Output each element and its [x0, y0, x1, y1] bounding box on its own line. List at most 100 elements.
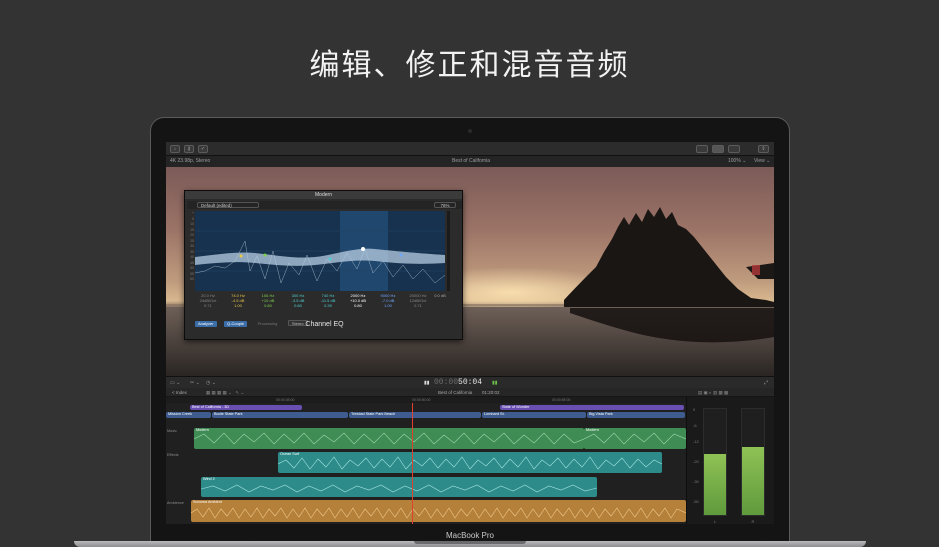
- eq-band-column[interactable]: 2000 Hz +10.0 dB 0.80: [345, 293, 371, 308]
- waveform: [191, 507, 686, 519]
- audio-clip-label: Modern: [586, 428, 599, 432]
- eq-band-column[interactable]: 740 Hz -11.5 dB 0.39: [315, 293, 341, 308]
- eq-output-gain[interactable]: 0.0 dB: [427, 293, 453, 298]
- waveform: [278, 456, 662, 470]
- eq-graph[interactable]: [194, 211, 446, 291]
- eq-db-scale: +0 10 15 20 25 30 35 40 45 50 55 60: [188, 211, 194, 291]
- role-label-effects: Effects: [167, 453, 179, 457]
- audio-clip-ambience[interactable]: Sonoma Ambient: [191, 500, 686, 522]
- tools-icon[interactable]: ✂ ⌄: [190, 380, 200, 386]
- meter-channel-right: [741, 408, 765, 516]
- share-icon[interactable]: ⇪: [758, 145, 769, 153]
- audio-clip-effects[interactable]: Wind 2: [201, 477, 597, 497]
- format-label: 4K 23.98p, Stereo: [170, 158, 211, 164]
- title-clip[interactable]: Best of California - 3D: [190, 405, 302, 410]
- layout-center-icon[interactable]: [712, 145, 724, 153]
- viewer-bar: 4K 23.98p, Stereo Best of California 100…: [166, 156, 774, 167]
- inspector-icon[interactable]: [728, 145, 740, 153]
- transport-bar: ▭ ⌄ ✂ ⌄ ◷ ⌄ ▮▮ 00:0050:04 ▮▮ ⤢: [166, 376, 774, 388]
- role-label-music: Music: [167, 429, 177, 433]
- video-viewer[interactable]: Modern Default (edited) 76% +0 10 15 20 25 30…: [166, 167, 774, 376]
- waveform: [194, 432, 584, 445]
- gear-icon[interactable]: ✓: [198, 145, 208, 153]
- eq-band-column[interactable]: 300 Hz -3.5 dB 0.80: [285, 293, 311, 308]
- fullscreen-icon[interactable]: ⤢: [764, 380, 768, 386]
- meter-scale-tick: -6: [693, 423, 697, 428]
- eq-band-column[interactable]: 74.0 Hz -4.5 dB 1.00: [225, 293, 251, 308]
- waveform: [201, 484, 597, 493]
- eq-percent-field[interactable]: 76%: [434, 202, 456, 208]
- role-label-ambience: Ambience: [167, 501, 184, 505]
- stage: 编辑、修正和混音音频 ↓ ⚷ ✓ ⇪ 4K 23.98p, Stereo Bes…: [0, 0, 939, 547]
- eq-output-meter: [447, 211, 450, 291]
- title-clip[interactable]: State of Wonder: [500, 405, 684, 410]
- meter-scale-tick: -12: [693, 439, 699, 444]
- audio-clip-label: Sonoma Ambient: [193, 500, 222, 504]
- eq-preset-bar: Default (edited) 76%: [187, 201, 462, 209]
- speed-icon[interactable]: ◷ ⌄: [206, 380, 216, 386]
- timeline-project-name: Best of California: [438, 390, 473, 395]
- eq-band-q: 0.71: [414, 303, 422, 308]
- eq-footer: Analyzer Q-Couple Processing Stereo: [195, 312, 311, 327]
- eq-window-title: Modern: [185, 191, 462, 199]
- video-clip[interactable]: Big Vista Park: [587, 412, 685, 418]
- eq-band-column[interactable]: 9000 Hz -7.0 dB 1.00: [375, 293, 401, 308]
- timecode-display[interactable]: 00:0050:04: [434, 378, 482, 387]
- timecode-value: 50:04: [458, 378, 483, 387]
- meter-scale-tick: -20: [693, 459, 699, 464]
- audio-clip-music[interactable]: Modern: [194, 428, 584, 449]
- audio-clip-label: Modern: [196, 428, 209, 432]
- meter-label-right: R: [751, 519, 755, 524]
- meter-scale-tick: -50: [693, 499, 699, 504]
- eq-band-q: 0.80: [294, 303, 302, 308]
- device-label: MacBook Pro: [445, 531, 495, 540]
- channel-eq-window[interactable]: Modern Default (edited) 76% +0 10 15 20 25 30…: [184, 190, 463, 340]
- eq-band-q: 0.71: [204, 303, 212, 308]
- app-screen: ↓ ⚷ ✓ ⇪ 4K 23.98p, Stereo Best of Califo…: [166, 142, 774, 524]
- zoom-dropdown[interactable]: 100% ⌄: [728, 156, 746, 167]
- layout-left-icon[interactable]: [696, 145, 708, 153]
- eq-band-readout: 20.0 Hz 24dB/Oct 0.71 74.0 Hz -4.5 dB 1.00 106…: [195, 292, 446, 312]
- eq-preset-dropdown[interactable]: Default (edited): [197, 202, 259, 208]
- video-clip[interactable]: Mission Creek: [166, 412, 211, 418]
- laptop-frame: ↓ ⚷ ✓ ⇪ 4K 23.98p, Stereo Best of Califo…: [150, 117, 790, 547]
- meter-scale-tick: 0: [693, 407, 696, 412]
- key-icon[interactable]: ⚷: [184, 145, 194, 153]
- eq-band-column[interactable]: 106 Hz +10 dB 0.80: [255, 293, 281, 308]
- eq-curve-svg: [194, 211, 446, 291]
- eq-band-q: 0.80: [264, 303, 272, 308]
- app-toolbar: ↓ ⚷ ✓ ⇪: [166, 142, 774, 156]
- playhead[interactable]: [412, 403, 413, 524]
- audio-clip-music[interactable]: Modern: [584, 428, 686, 449]
- page-headline: 编辑、修正和混音音频: [309, 48, 630, 83]
- index-button[interactable]: < Index: [172, 388, 187, 397]
- view-options-icon[interactable]: ▭ ⌄: [170, 380, 180, 386]
- meter-label-left: L: [713, 519, 717, 524]
- audio-clip-label: Wind 2: [203, 477, 215, 481]
- eq-band-column[interactable]: 20.0 Hz 24dB/Oct 0.71: [195, 293, 221, 308]
- meter-scale-tick: -30: [693, 479, 699, 484]
- eq-plugin-name: Channel EQ: [305, 321, 344, 328]
- laptop-notch: [414, 541, 526, 544]
- timeline-header: < Index ▦ ▦ ▦ ▦ ⌄ ↖ ⌄ Best of California…: [166, 388, 774, 397]
- video-clip[interactable]: Trinidad State Park Beach: [349, 412, 481, 418]
- timeline-view-icons[interactable]: ▤ ▣ ◐ ▥ ▦ ▩: [698, 388, 728, 397]
- meter-fill-left: [704, 453, 726, 515]
- audio-clip-effects[interactable]: Ocean Surf: [278, 452, 662, 473]
- audio-level-mini-icon: ▮▮: [492, 380, 498, 386]
- clip-tools-icon[interactable]: ▦ ▦ ▦ ▦ ⌄ ↖ ⌄: [206, 388, 244, 397]
- video-clip[interactable]: Bodie State Park: [212, 412, 348, 418]
- waveform: [584, 432, 686, 445]
- timeline-tracks[interactable]: Best of California - 3D State of Wonder …: [166, 403, 686, 524]
- project-name: Best of California: [452, 158, 491, 164]
- video-clip[interactable]: Lombard St.: [482, 412, 586, 418]
- play-icon[interactable]: ▮▮: [424, 380, 430, 386]
- eq-band-q: 1.00: [234, 303, 242, 308]
- audio-clip-label: Ocean Surf: [280, 452, 300, 456]
- eq-band-q: 0.39: [324, 303, 332, 308]
- download-icon[interactable]: ↓: [170, 145, 180, 153]
- view-dropdown[interactable]: View ⌄: [754, 156, 770, 167]
- eq-db-tick: 60: [190, 277, 194, 281]
- audio-meters: 0 -6 -12 -20 -30 -50 L R: [686, 397, 774, 524]
- eq-band-q: 1.00: [384, 303, 392, 308]
